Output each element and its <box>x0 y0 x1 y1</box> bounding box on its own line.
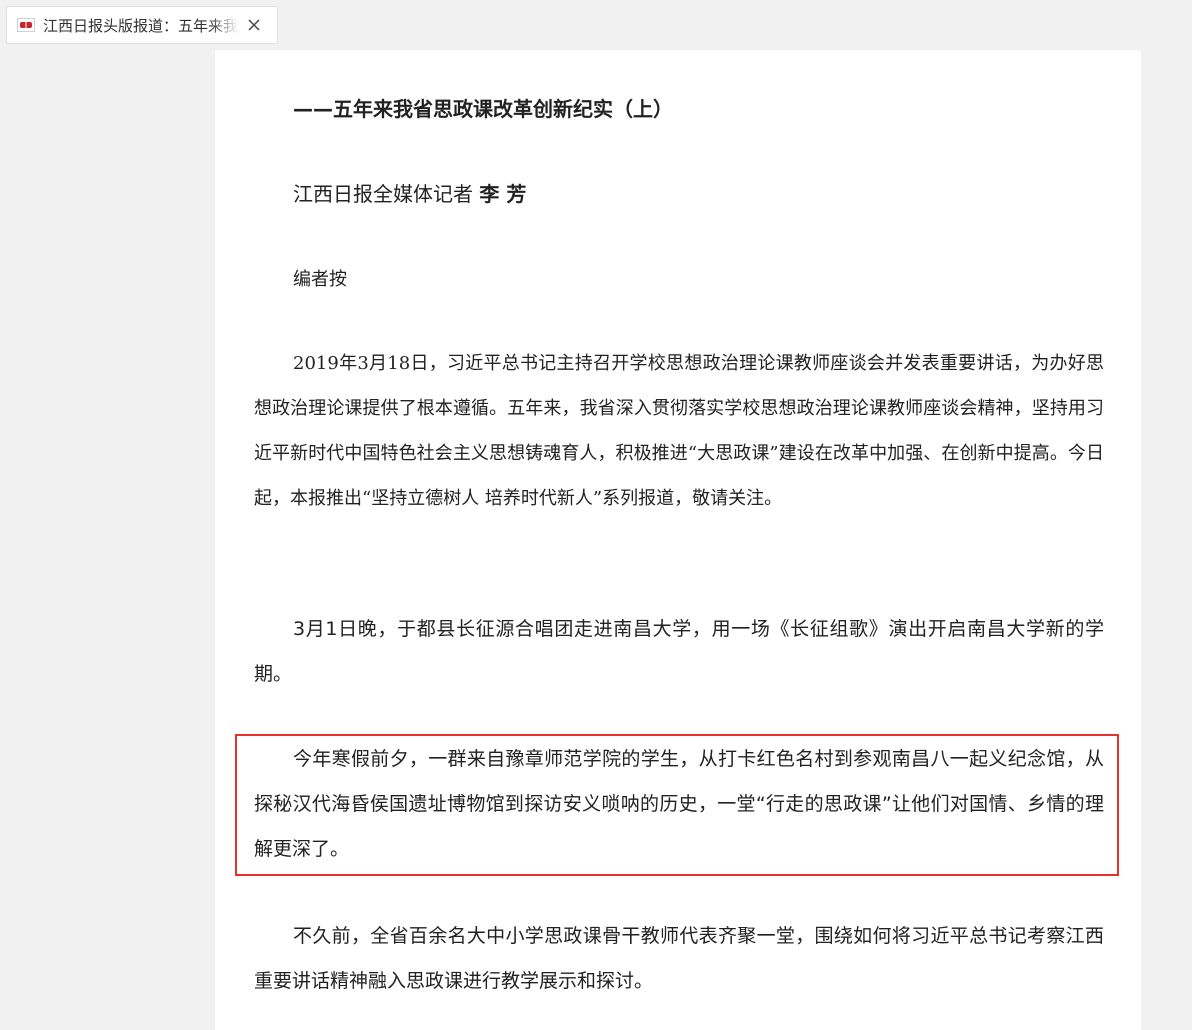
browser-tab-bar: 江西日报头版报道：五年来我省思政课改革创新纪实（上） <box>0 0 1192 50</box>
highlighted-paragraph: 今年寒假前夕，一群来自豫章师范学院的学生，从打卡红色名村到参观南昌八一起义纪念馆… <box>254 748 1104 860</box>
browser-tab[interactable]: 江西日报头版报道：五年来我省思政课改革创新纪实（上） <box>6 6 278 44</box>
close-icon[interactable] <box>245 16 263 34</box>
article-paragraph: 不久前，全省百余名大中小学思政课骨干教师代表齐聚一堂，围绕如何将习近平总书记考察… <box>254 925 1104 992</box>
article-byline: 江西日报全媒体记者 李 芳 <box>254 172 1104 217</box>
editor-note-body: 2019年3月18日，习近平总书记主持召开学校思想政治理论课教师座谈会并发表重要… <box>254 353 1104 509</box>
site-favicon-icon <box>17 18 35 32</box>
tab-title: 江西日报头版报道：五年来我省思政课改革创新纪实（上） <box>43 16 239 35</box>
byline-author: 李 芳 <box>479 182 527 206</box>
editor-note-label: 编者按 <box>293 269 347 290</box>
article-paragraph: 3月1日晚，于都县长征源合唱团走进南昌大学，用一场《长征组歌》演出开启南昌大学新… <box>254 618 1104 685</box>
byline-prefix: 江西日报全媒体记者 <box>293 182 473 206</box>
article-subtitle: ——五年来我省思政课改革创新纪实（上） <box>293 97 673 121</box>
article-page: ——五年来我省思政课改革创新纪实（上） 江西日报全媒体记者 李 芳 编者按 20… <box>215 50 1141 1030</box>
